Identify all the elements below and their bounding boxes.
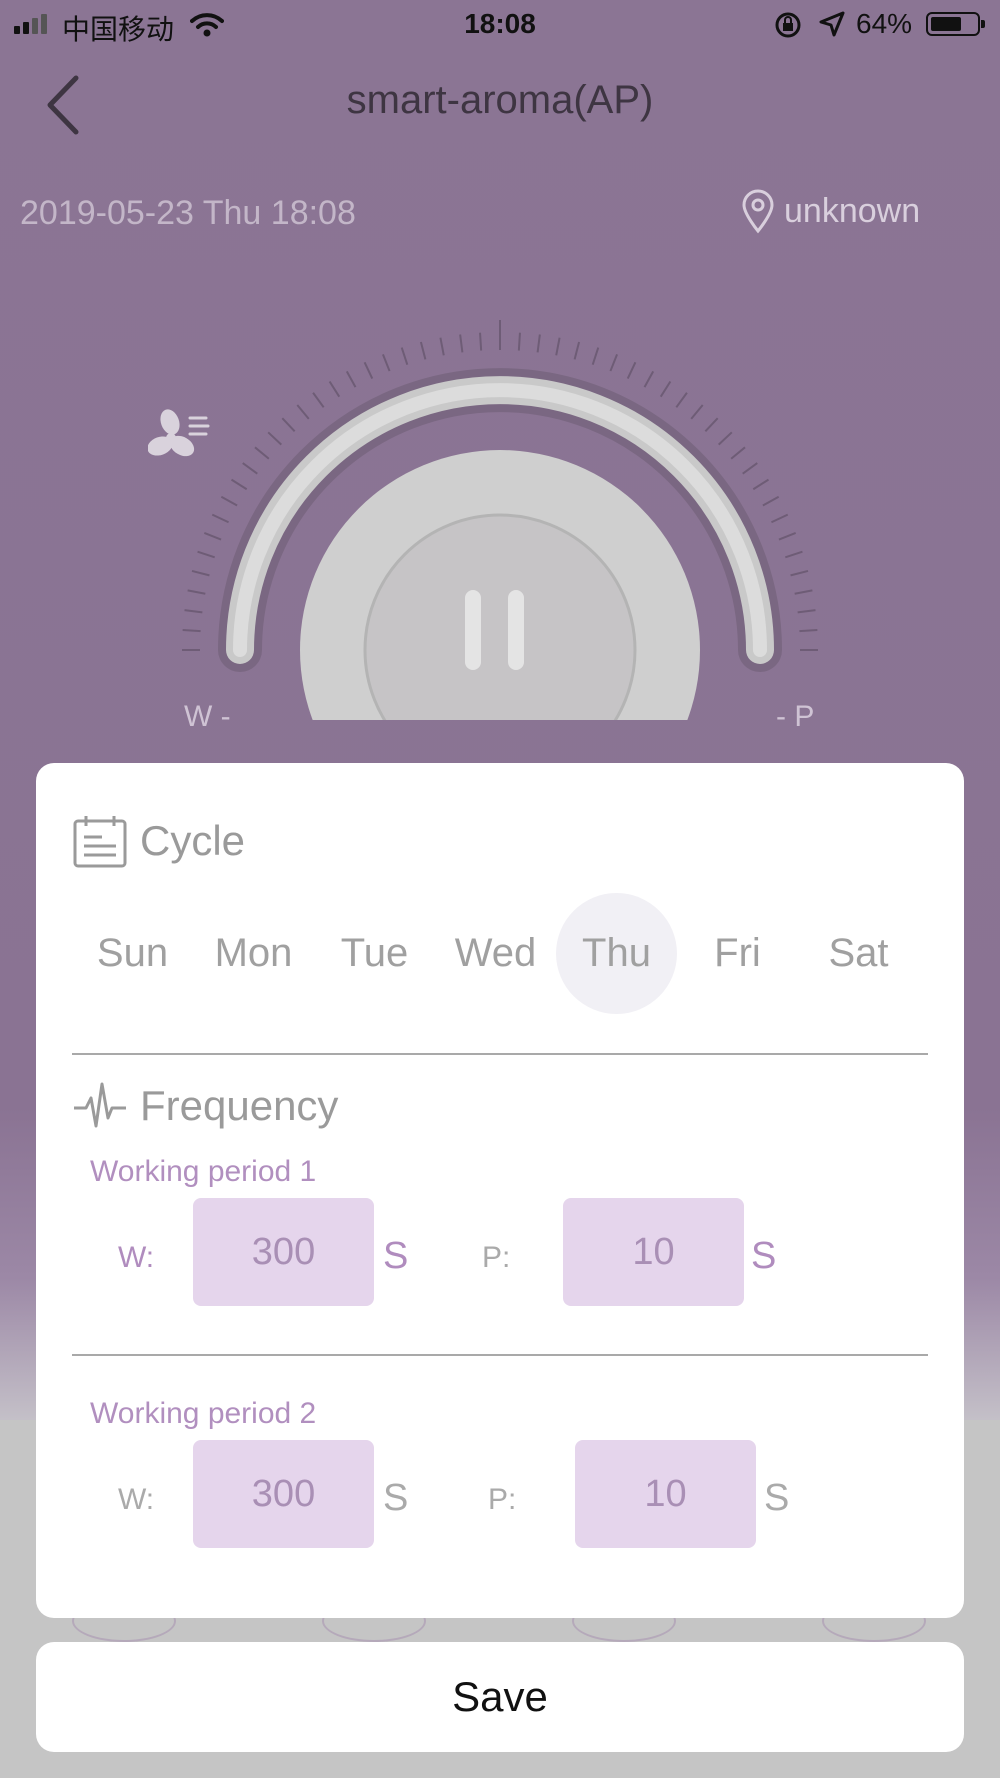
day-wed[interactable]: Wed xyxy=(435,893,556,1014)
day-sat[interactable]: Sat xyxy=(798,893,919,1014)
day-sun[interactable]: Sun xyxy=(72,893,193,1014)
status-bar: 中国移动 18:08 64% xyxy=(0,0,1000,50)
period-2-w-unit: S xyxy=(383,1477,409,1519)
cycle-title: Cycle xyxy=(140,817,246,864)
period-1-work-input[interactable] xyxy=(193,1198,374,1306)
period-2-p-label: P: xyxy=(488,1483,517,1516)
save-button[interactable]: Save xyxy=(36,1642,964,1752)
divider xyxy=(72,1354,928,1356)
battery-percent: 64% xyxy=(856,8,913,39)
page-title: smart-aroma(AP) xyxy=(346,78,654,122)
day-mon[interactable]: Mon xyxy=(193,893,314,1014)
period-2-work-input[interactable] xyxy=(193,1440,374,1548)
cycle-header: Cycle xyxy=(72,813,245,869)
pulse-icon xyxy=(74,1082,126,1128)
location-arrow-icon xyxy=(819,11,845,37)
day-tue[interactable]: Tue xyxy=(314,893,435,1014)
schedule-modal: Cycle Sun Mon Tue Wed Thu Fri Sat Freque… xyxy=(36,763,964,1618)
day-fri[interactable]: Fri xyxy=(677,893,798,1014)
datetime-text: 2019-05-23 Thu 18:08 xyxy=(20,194,356,232)
status-time: 18:08 xyxy=(464,8,536,39)
period-2-w-label: W: xyxy=(118,1483,155,1516)
period-1-pause-input[interactable] xyxy=(563,1198,744,1306)
frequency-header: Frequency xyxy=(72,1078,338,1134)
dial-left-label: W - xyxy=(184,700,231,733)
period-2-title: Working period 2 xyxy=(90,1397,317,1430)
rotation-lock-icon xyxy=(775,12,801,38)
period-1-w-unit: S xyxy=(383,1235,409,1277)
location-indicator[interactable]: unknown xyxy=(740,188,920,234)
period-1-p-label: P: xyxy=(482,1241,511,1274)
day-selector: Sun Mon Tue Wed Thu Fri Sat xyxy=(72,893,928,1014)
period-1-title: Working period 1 xyxy=(90,1155,317,1188)
period-2-p-unit: S xyxy=(764,1477,790,1519)
period-1-p-unit: S xyxy=(751,1235,777,1277)
map-pin-icon xyxy=(742,189,774,234)
calendar-icon xyxy=(73,816,127,868)
frequency-title: Frequency xyxy=(140,1082,339,1129)
battery-icon xyxy=(926,12,985,36)
period-2-pause-input[interactable] xyxy=(575,1440,756,1548)
divider xyxy=(72,1053,928,1055)
intensity-dial[interactable] xyxy=(150,320,850,720)
dial-right-label: - P xyxy=(776,700,815,733)
period-1-w-label: W: xyxy=(118,1241,155,1274)
location-text: unknown xyxy=(784,191,921,230)
day-thu[interactable]: Thu xyxy=(556,893,677,1014)
